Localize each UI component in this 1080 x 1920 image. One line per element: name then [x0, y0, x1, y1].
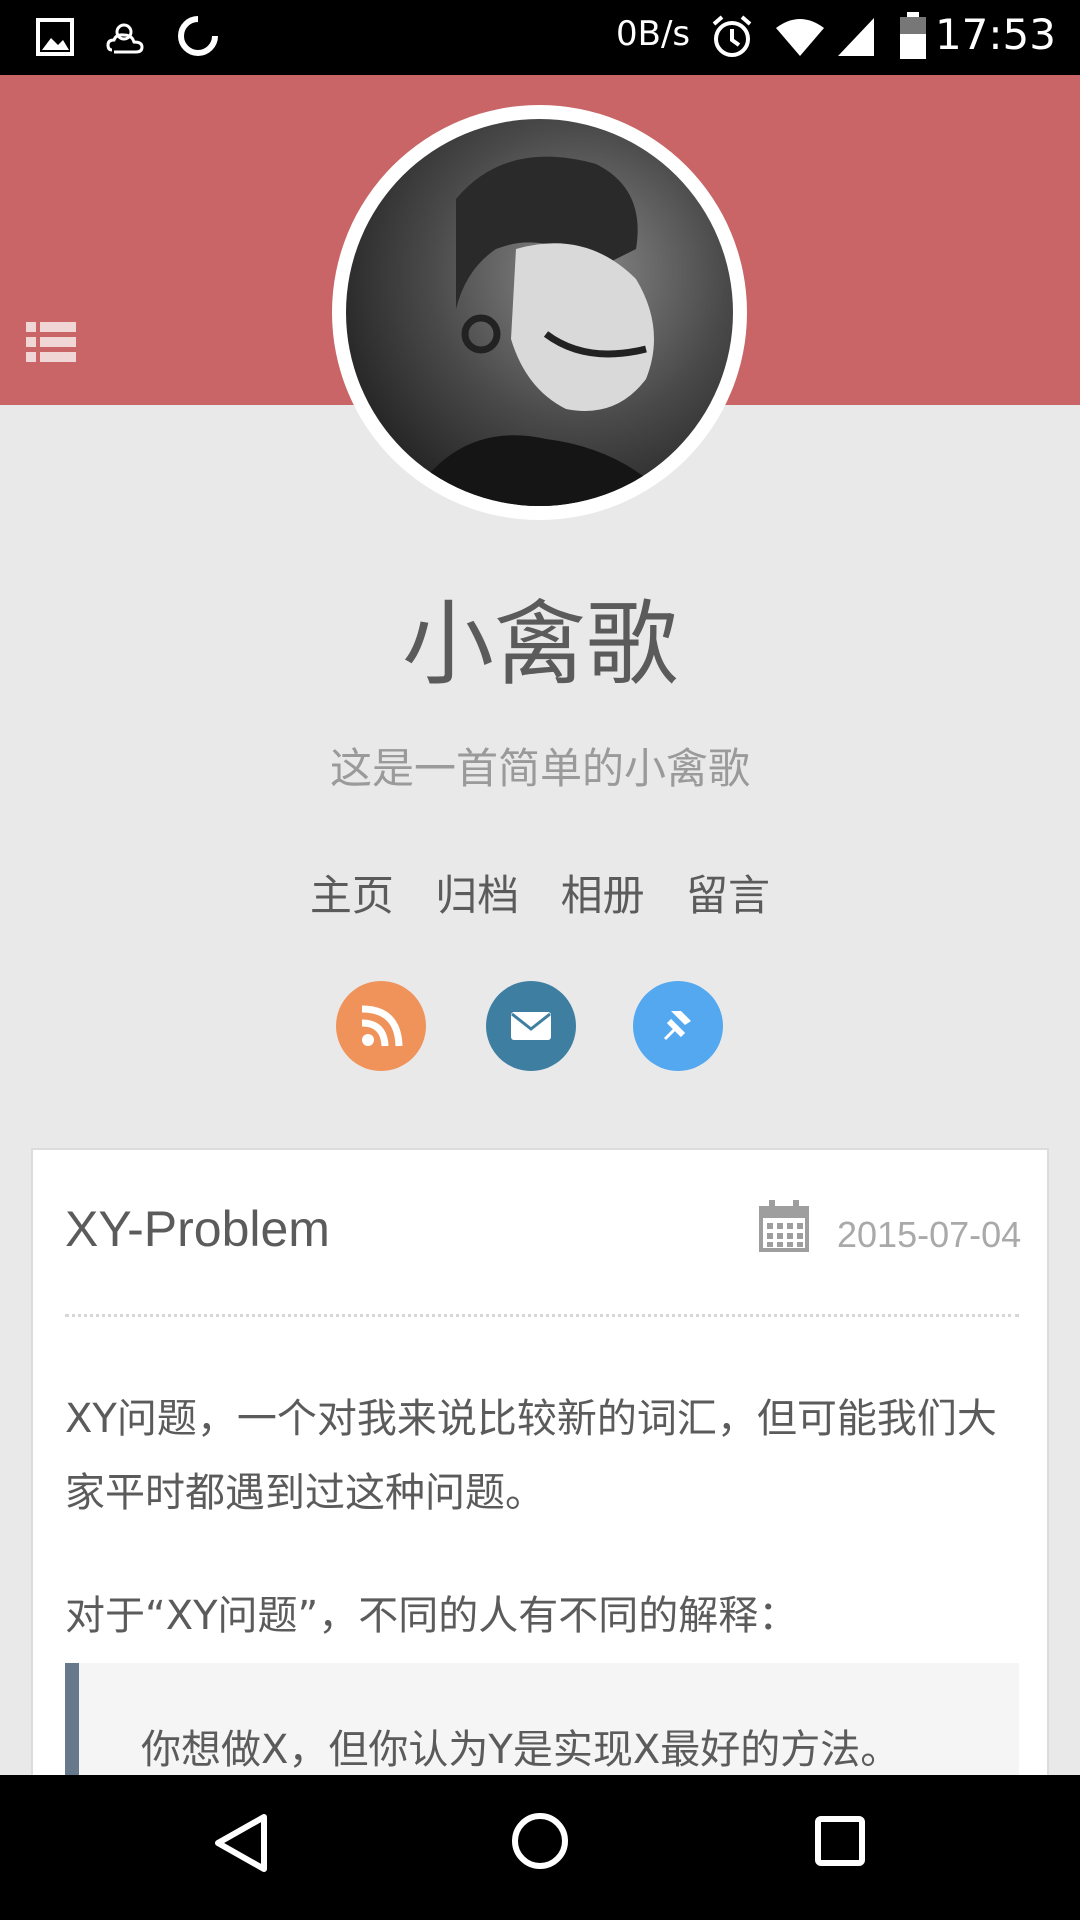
calendar-icon	[759, 1200, 809, 1252]
wifi-icon	[776, 19, 824, 56]
post-paragraph: XY问题，一个对我来说比较新的词汇，但可能我们大家平时都遇到过这种问题。	[65, 1396, 997, 1516]
status-bar: 0B/s 17:53	[0, 0, 1080, 75]
recents-icon[interactable]	[814, 1815, 866, 1867]
battery-icon	[900, 12, 926, 59]
post-date: 2015-07-04	[837, 1214, 1022, 1255]
signal-icon	[838, 18, 874, 56]
post-title[interactable]: XY-Problem	[65, 1200, 330, 1258]
site-subtitle: 这是一首简单的小禽歌	[329, 744, 750, 793]
back-icon[interactable]	[212, 1811, 270, 1875]
post-paragraph: 对于“XY问题”，不同的人有不同的解释：	[65, 1593, 799, 1639]
home-icon[interactable]	[510, 1811, 570, 1871]
avatar[interactable]	[332, 105, 747, 520]
alarm-icon	[712, 15, 752, 57]
weather-icon	[106, 23, 144, 54]
nav-link-album[interactable]: 相册	[561, 862, 645, 923]
net-speed: 0B/s	[616, 14, 691, 54]
sync-icon	[178, 16, 218, 56]
mail-icon	[511, 1012, 551, 1040]
nav-link-home[interactable]: 主页	[310, 862, 394, 923]
site-nav: 主页 归档 相册 留言	[0, 862, 1080, 923]
pin-button[interactable]	[633, 981, 723, 1071]
mail-button[interactable]	[486, 981, 576, 1071]
nav-link-guestbook[interactable]: 留言	[686, 862, 770, 923]
pin-icon	[663, 1011, 691, 1041]
image-icon	[36, 18, 74, 56]
system-nav-bar	[0, 1775, 1080, 1920]
list-menu-icon[interactable]	[26, 320, 76, 364]
site-title: 小禽歌	[401, 591, 678, 698]
rss-icon	[361, 1005, 403, 1047]
divider	[65, 1314, 1019, 1317]
blockquote: 你想做X，但你认为Y是实现X最好的方法。	[65, 1663, 1019, 1783]
rss-button[interactable]	[336, 981, 426, 1071]
nav-link-archive[interactable]: 归档	[435, 862, 519, 923]
status-time: 17:53	[934, 10, 1056, 59]
blockquote-text: 你想做X，但你认为Y是实现X最好的方法。	[141, 1727, 901, 1773]
avatar-image	[346, 119, 733, 506]
